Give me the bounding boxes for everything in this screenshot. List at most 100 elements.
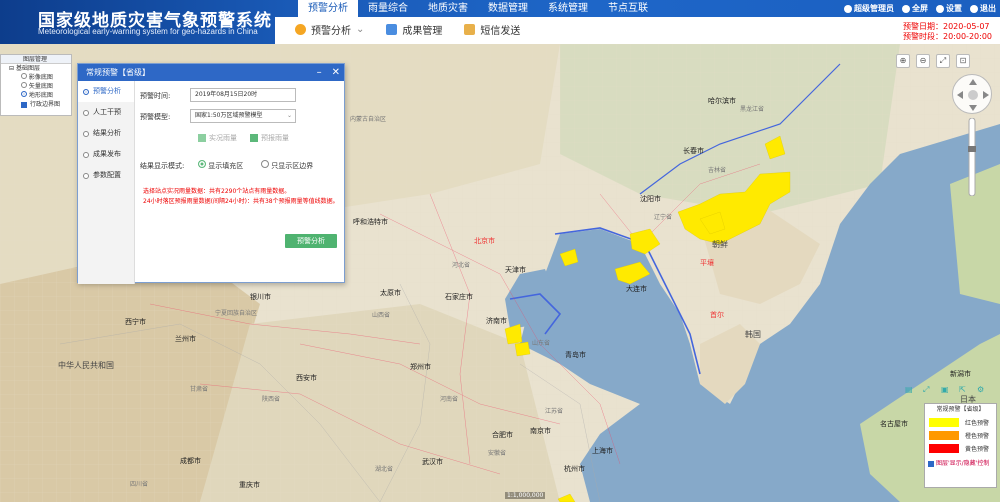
expand-icon[interactable]: ⤢ bbox=[923, 385, 933, 395]
radio-icon bbox=[83, 88, 89, 95]
logout-button[interactable]: 退出 bbox=[970, 3, 996, 14]
side-manual-intervention[interactable]: 人工干预 bbox=[78, 102, 134, 123]
extent-icon[interactable]: ⊡ bbox=[956, 54, 970, 68]
user-menu[interactable]: 超级管理员 bbox=[844, 3, 894, 14]
side-warning-analysis[interactable]: 预警分析 bbox=[78, 81, 134, 102]
chevron-down-icon: ⌄ bbox=[286, 112, 292, 119]
subnav-results[interactable]: 成果管理 bbox=[386, 22, 442, 37]
layer-group[interactable]: ⊟ 基础图层 bbox=[1, 64, 71, 73]
layer-radio[interactable] bbox=[21, 82, 27, 88]
checkbox[interactable] bbox=[198, 134, 206, 142]
radio-icon bbox=[83, 172, 89, 179]
warning-time-input[interactable]: 2019年08月15日20时 bbox=[190, 88, 296, 102]
model-label: 预警模型: bbox=[140, 113, 171, 121]
checkbox[interactable] bbox=[928, 460, 934, 467]
map-label: 吉林省 bbox=[708, 167, 727, 174]
side-config[interactable]: 参数配置 bbox=[78, 165, 134, 186]
nav-node-interconnect[interactable]: 节点互联 bbox=[598, 0, 658, 17]
layer-panel-title: 图层管理 bbox=[1, 55, 71, 64]
sms-icon bbox=[464, 24, 476, 35]
map-label: 郑州市 bbox=[410, 363, 431, 371]
zoom-in-icon[interactable]: ⊕ bbox=[896, 54, 910, 68]
map-label: 山东省 bbox=[532, 340, 551, 347]
radio-icon bbox=[83, 151, 89, 158]
map-label: 宁夏回族自治区 bbox=[215, 310, 258, 317]
nav-system-management[interactable]: 系统管理 bbox=[538, 0, 598, 17]
map-label: 杭州市 bbox=[564, 465, 585, 473]
warning-date: 2020-05-07 bbox=[943, 22, 990, 31]
map-label: 兰州市 bbox=[175, 335, 196, 343]
nav-rainfall[interactable]: 雨量综合 bbox=[358, 0, 418, 17]
layer-boundary[interactable]: 行政边界图 bbox=[1, 100, 71, 109]
run-analysis-button[interactable]: 预警分析 bbox=[285, 234, 337, 248]
side-publish[interactable]: 成果发布 bbox=[78, 144, 134, 165]
map-label: 呼和浩特市 bbox=[353, 218, 388, 226]
map-label: 哈尔滨市 bbox=[708, 97, 736, 105]
map-tools: ⊕ ⊖ ⤢ ⊡ bbox=[896, 54, 970, 68]
sub-nav: 预警分析 ⌄ 成果管理 短信发送 bbox=[295, 22, 520, 37]
map-label: 甘肃省 bbox=[190, 386, 209, 393]
image-icon[interactable]: ▣ bbox=[941, 385, 951, 395]
mode-border[interactable]: 只显示区边界 bbox=[261, 160, 313, 171]
radio-icon bbox=[83, 130, 89, 137]
layer-radio[interactable] bbox=[21, 91, 27, 97]
pan-control[interactable] bbox=[952, 74, 992, 114]
legend-toggle[interactable]: 图层'显示/隐藏'控制 bbox=[925, 458, 996, 467]
user-area: 超级管理员 全屏 设置 退出 bbox=[844, 3, 996, 14]
map-label: 黑龙江省 bbox=[740, 106, 765, 113]
compass-icon bbox=[957, 79, 989, 111]
nav-geohazard[interactable]: 地质灾害 bbox=[418, 0, 478, 17]
map-label: 四川省 bbox=[130, 481, 149, 488]
layer-radio[interactable] bbox=[21, 73, 27, 79]
user-icon bbox=[844, 4, 852, 13]
dialog-sidebar: 预警分析 人工干预 结果分析 成果发布 参数配置 bbox=[78, 81, 135, 284]
fullscreen-button[interactable]: 全屏 bbox=[902, 3, 928, 14]
export-icon[interactable]: ⇱ bbox=[959, 385, 969, 395]
map-label: 名古屋市 bbox=[880, 420, 908, 428]
mode-fill[interactable]: 显示填充区 bbox=[198, 160, 243, 171]
legend-swatch bbox=[929, 418, 959, 427]
map-label: 沈阳市 bbox=[640, 195, 661, 203]
dialog-titlebar[interactable]: 常规预警【省级】 – ✕ bbox=[78, 64, 344, 81]
cb-forecast-rain[interactable]: 预报雨量 bbox=[250, 133, 289, 143]
layer-terrain[interactable]: 地形底图 bbox=[1, 91, 71, 100]
warning-icon bbox=[295, 24, 306, 35]
map-label: 内蒙古自治区 bbox=[350, 116, 387, 123]
cb-actual-rain[interactable]: 实况雨量 bbox=[198, 133, 237, 143]
nav-warning-analysis[interactable]: 预警分析 bbox=[298, 0, 358, 17]
checkbox[interactable] bbox=[250, 134, 258, 142]
map-label: 太原市 bbox=[380, 289, 401, 297]
map-label: 河北省 bbox=[452, 262, 471, 269]
close-icon[interactable]: ✕ bbox=[332, 64, 340, 81]
layers-icon[interactable]: ▤ bbox=[905, 385, 915, 395]
side-result-analysis[interactable]: 结果分析 bbox=[78, 123, 134, 144]
gear-icon[interactable]: ⚙ bbox=[977, 385, 987, 395]
actual-rain-message: 选择站点实况雨量数据：共有2290个站点有雨量数据。 bbox=[143, 188, 291, 195]
map-label: 合肥市 bbox=[492, 431, 513, 439]
nav-data-management[interactable]: 数据管理 bbox=[478, 0, 538, 17]
map-label: 河南省 bbox=[440, 396, 459, 403]
legend-item: 黄色预警 bbox=[925, 442, 996, 455]
subnav-warning-analysis[interactable]: 预警分析 ⌄ bbox=[295, 22, 364, 37]
model-select[interactable]: 国家1:50万区域预警模型 ⌄ bbox=[190, 109, 296, 123]
map-label: 成都市 bbox=[180, 457, 201, 465]
map-label: 辽宁省 bbox=[654, 214, 673, 221]
layer-vector[interactable]: 矢量底图 bbox=[1, 82, 71, 91]
minimize-button[interactable]: – bbox=[317, 64, 322, 81]
subnav-sms[interactable]: 短信发送 bbox=[464, 22, 520, 37]
warning-dialog: 常规预警【省级】 – ✕ 预警分析 人工干预 结果分析 成果发布 参数配置 预警… bbox=[77, 63, 345, 284]
warning-info: 预警日期：2020-05-07 预警时段：20:00-20:00 bbox=[903, 22, 992, 41]
settings-button[interactable]: 设置 bbox=[936, 3, 962, 14]
map-label: 南京市 bbox=[530, 427, 551, 435]
mode-label: 结果显示模式: bbox=[140, 162, 185, 170]
dialog-title: 常规预警【省级】 bbox=[86, 68, 150, 77]
legend-title: 常规预警【省级】 bbox=[936, 406, 985, 413]
radio-icon bbox=[83, 109, 89, 116]
zoom-slider[interactable] bbox=[967, 117, 977, 197]
layer-image[interactable]: 影像底图 bbox=[1, 73, 71, 82]
radio-icon[interactable] bbox=[198, 160, 206, 168]
radio-icon[interactable] bbox=[261, 160, 269, 168]
zoom-out-icon[interactable]: ⊖ bbox=[916, 54, 930, 68]
layer-checkbox[interactable] bbox=[21, 101, 27, 108]
fullmap-icon[interactable]: ⤢ bbox=[936, 54, 950, 68]
